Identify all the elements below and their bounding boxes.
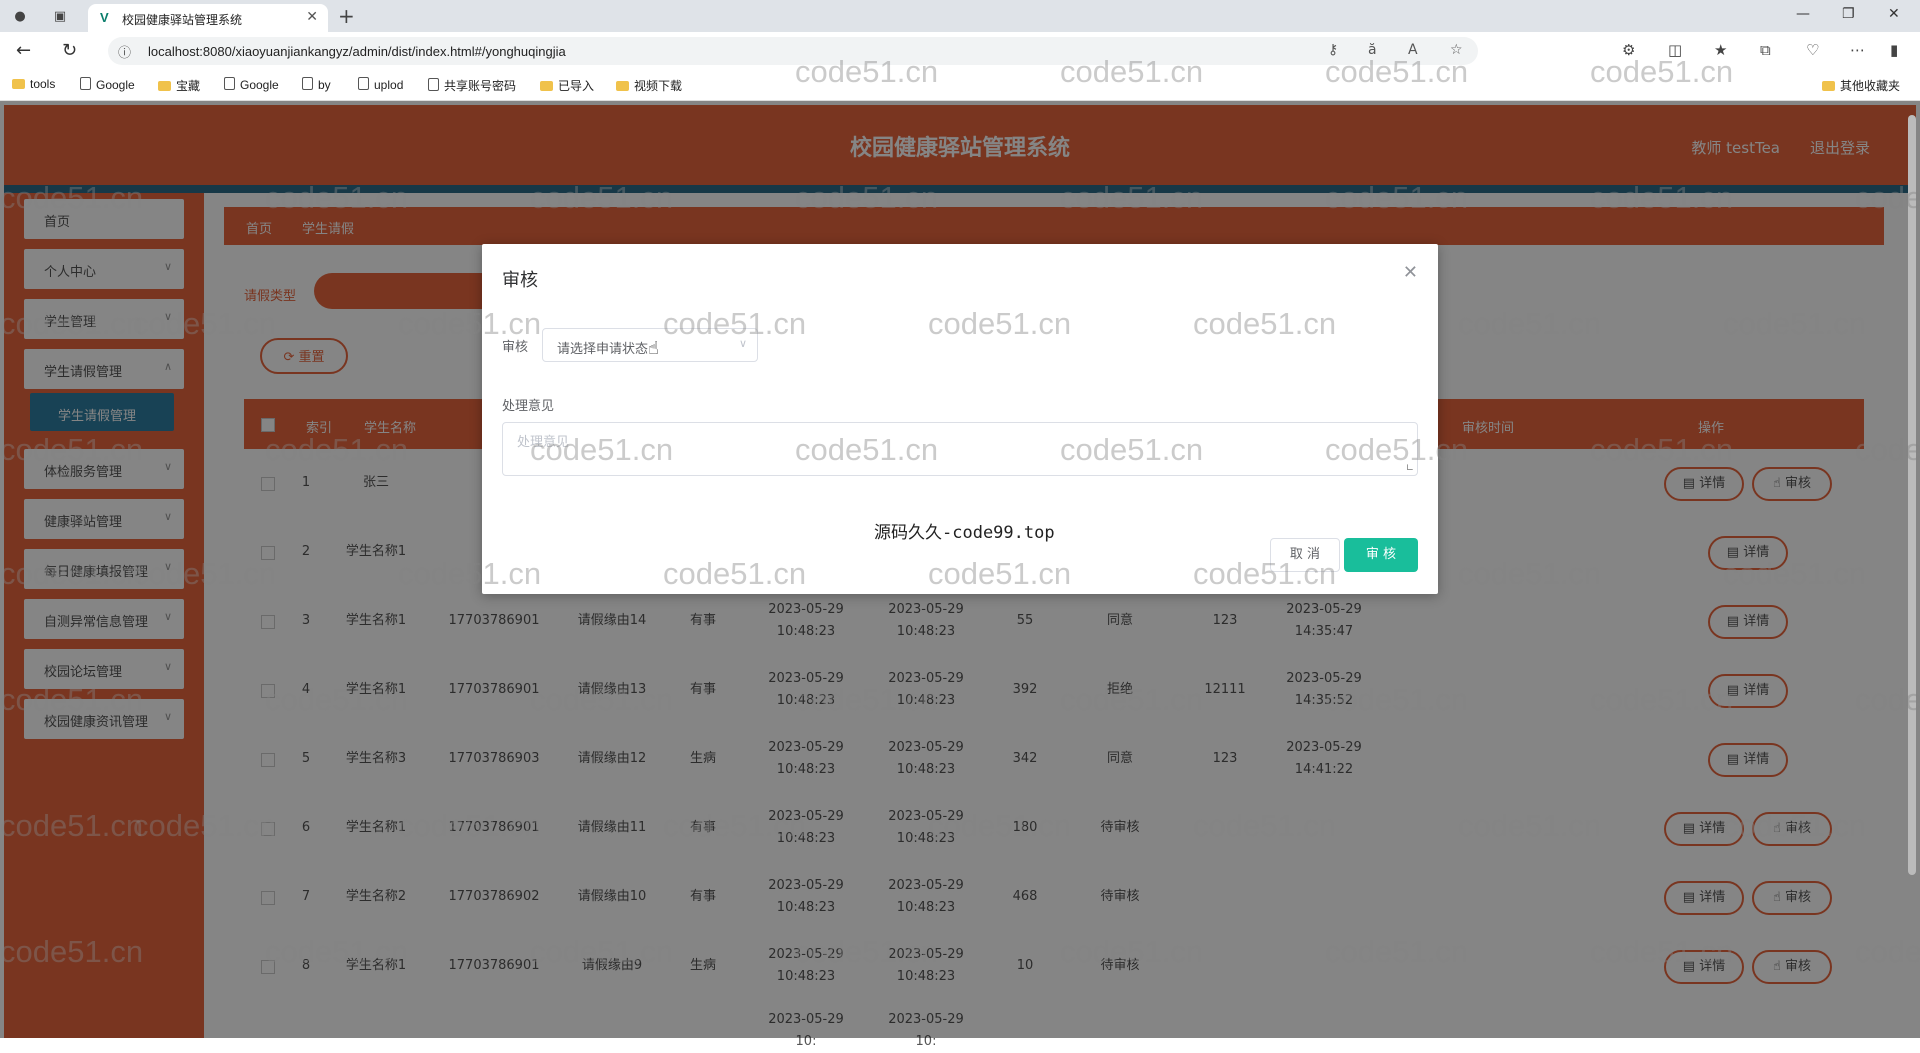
site-info-icon[interactable]: ⓘ [118, 42, 131, 61]
collections-icon[interactable]: ⧉ [1760, 41, 1771, 59]
read-aloud-icon[interactable]: A [1408, 42, 1418, 58]
extensions-icon[interactable]: ⚙ [1622, 41, 1635, 59]
bookmark-item[interactable]: 视频下载 [616, 77, 682, 94]
dialog-title: 审核 [502, 270, 538, 291]
tab-actions-icon[interactable]: ▣ [50, 6, 70, 26]
opinion-textarea[interactable]: 处理意见 ∟ [502, 422, 1418, 476]
bookmark-item[interactable]: by [302, 77, 331, 92]
status-select-placeholder: 请选择申请状态 [557, 342, 649, 357]
translate-icon[interactable]: ă [1368, 42, 1377, 58]
folder-icon [12, 79, 25, 89]
bookmark-item[interactable]: tools [12, 77, 55, 91]
status-label: 审核 [502, 340, 529, 355]
sidebar-toggle-icon[interactable]: ▮ [1890, 41, 1898, 59]
resize-handle-icon[interactable]: ∟ [1406, 463, 1414, 474]
folder-icon [158, 81, 171, 91]
close-icon[interactable]: ✕ [1403, 262, 1418, 283]
bookmarks-bar: tools Google 宝藏 Google by uplod 共享账号密码 已… [0, 70, 1920, 101]
reload-icon[interactable]: ↻ [62, 40, 77, 61]
restore-icon[interactable]: ❐ [1842, 6, 1855, 22]
source-watermark-text: 源码久久-code99.top [874, 523, 1055, 543]
split-screen-icon[interactable]: ◫ [1668, 41, 1682, 59]
cloud-icon [302, 77, 313, 90]
browser-essentials-icon[interactable]: ♡ [1806, 41, 1819, 59]
url-text[interactable]: localhost:8080/xiaoyuanjiankangyz/admin/… [148, 44, 566, 59]
mouse-pointer-icon: ☝ [648, 338, 659, 359]
bookmark-item[interactable]: 共享账号密码 [428, 77, 516, 94]
profile-icon[interactable]: ● [10, 6, 30, 26]
browser-titlebar: ● ▣ V 校园健康驿站管理系统 ✕ + — ❐ ✕ [0, 0, 1920, 32]
other-bookmarks[interactable]: 其他收藏夹 [1822, 77, 1900, 94]
bookmark-item[interactable]: uplod [358, 77, 403, 92]
confirm-review-button[interactable]: 审 核 [1344, 538, 1418, 572]
chevron-down-icon: ∨ [738, 337, 747, 350]
cloud-icon [358, 77, 369, 90]
opinion-label: 处理意见 [502, 399, 555, 414]
cancel-button[interactable]: 取 消 [1270, 538, 1340, 572]
bookmark-item[interactable]: Google [224, 77, 279, 92]
bookmark-item[interactable]: 已导入 [540, 77, 594, 94]
back-icon[interactable]: ← [16, 40, 31, 61]
opinion-placeholder: 处理意见 [517, 435, 570, 450]
window-close-icon[interactable]: ✕ [1888, 6, 1900, 22]
bookmark-item[interactable]: Google [80, 77, 135, 92]
new-tab-icon[interactable]: + [338, 4, 355, 28]
tab-close-icon[interactable]: ✕ [306, 9, 318, 25]
page-scrollbar[interactable] [1908, 115, 1916, 875]
more-menu-icon[interactable]: ⋯ [1850, 41, 1865, 59]
browser-tab[interactable]: V 校园健康驿站管理系统 ✕ [88, 4, 328, 32]
google-icon [224, 77, 235, 90]
folder-icon [1822, 81, 1835, 91]
tab-title: 校园健康驿站管理系统 [122, 13, 243, 27]
minimize-icon[interactable]: — [1796, 6, 1810, 22]
favorite-star-icon[interactable]: ☆ [1450, 42, 1463, 58]
password-key-icon[interactable]: ⚷ [1328, 42, 1338, 58]
address-bar-row: ← ↻ ⓘ localhost:8080/xiaoyuanjiankangyz/… [0, 32, 1920, 70]
vue-logo-icon: V [100, 10, 109, 25]
review-dialog: 审核 ✕ 审核 请选择申请状态 ∨ 处理意见 处理意见 ∟ 源码久久-code9… [482, 244, 1438, 594]
folder-icon [540, 81, 553, 91]
bookmark-item[interactable]: 宝藏 [158, 77, 200, 94]
folder-icon [616, 81, 629, 91]
favorites-icon[interactable]: ★ [1714, 41, 1727, 59]
page-icon [80, 77, 91, 90]
address-bar[interactable]: ⓘ localhost:8080/xiaoyuanjiankangyz/admi… [108, 37, 1478, 65]
app-icon [428, 78, 439, 91]
